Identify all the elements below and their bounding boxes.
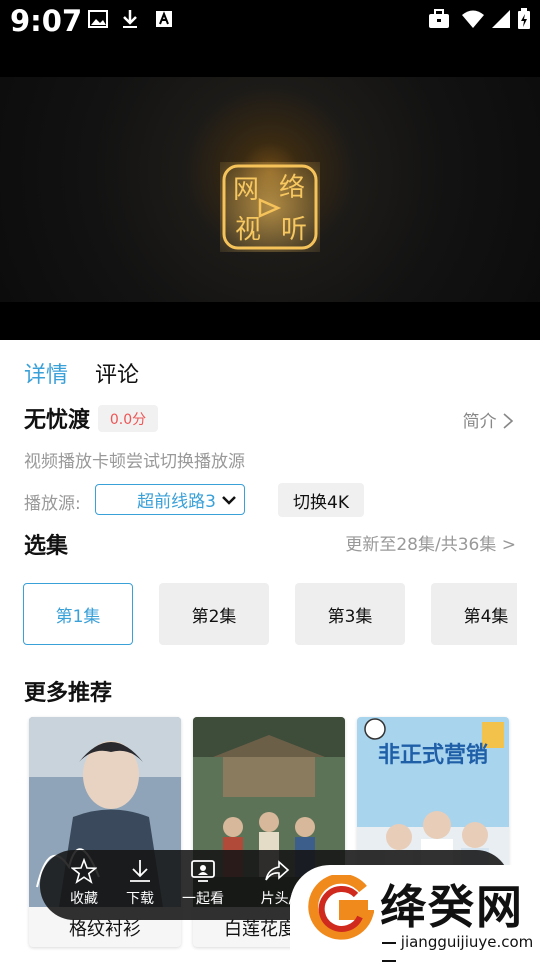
star-icon bbox=[71, 858, 97, 884]
episode-1-button[interactable]: 第1集 bbox=[23, 583, 133, 645]
switch-4k-button[interactable]: 切换4K bbox=[278, 483, 364, 517]
watch-together-button[interactable]: 一起看 bbox=[168, 858, 238, 908]
skip-intro-label: 片头/ bbox=[260, 891, 294, 907]
watermark: 绛癸网 jiangguijiuye.com bbox=[290, 865, 540, 962]
source-select[interactable]: 超前线路3 bbox=[95, 484, 245, 515]
status-bar: 9:07 bbox=[0, 0, 540, 42]
status-time: 9:07 bbox=[10, 4, 83, 38]
svg-text:网: 网 bbox=[233, 175, 259, 205]
watch-together-label: 一起看 bbox=[182, 891, 224, 907]
source-selected-value: 超前线路3 bbox=[137, 492, 216, 512]
video-title: 无忧渡 bbox=[24, 408, 91, 433]
signal-icon bbox=[491, 9, 511, 29]
download-button[interactable]: 下载 bbox=[105, 858, 175, 908]
svg-text:视: 视 bbox=[235, 215, 261, 245]
recommend-title: 更多推荐 bbox=[24, 681, 113, 706]
svg-text:听: 听 bbox=[281, 215, 307, 245]
episode-2-button[interactable]: 第2集 bbox=[159, 583, 269, 645]
source-label: 播放源: bbox=[24, 494, 81, 514]
tab-comments[interactable]: 评论 bbox=[95, 357, 139, 389]
download-label: 下载 bbox=[126, 891, 154, 907]
download-status-icon bbox=[121, 9, 139, 29]
video-frame: 网 络 视 听 bbox=[0, 77, 540, 302]
chevron-down-icon bbox=[222, 495, 236, 505]
favorite-label: 收藏 bbox=[70, 891, 98, 907]
wifi-icon bbox=[461, 9, 485, 29]
watermark-text: 绛癸网 bbox=[380, 880, 524, 934]
briefcase-icon bbox=[428, 9, 450, 29]
chevron-right-icon bbox=[503, 413, 514, 429]
intro-link[interactable]: 简介 bbox=[463, 407, 514, 432]
a-box-icon bbox=[155, 9, 173, 29]
score-badge: 0.0分 bbox=[98, 405, 158, 432]
watermark-url: jiangguijiuye.com bbox=[382, 933, 540, 969]
recommend-poster-3-caption: 非正式营销 bbox=[378, 743, 488, 768]
svg-text:络: 络 bbox=[279, 173, 305, 203]
playback-hint: 视频播放卡顿尝试切换播放源 bbox=[24, 452, 245, 472]
watermark-logo-icon bbox=[308, 875, 374, 940]
watch-together-icon bbox=[191, 860, 215, 882]
episodes-title: 选集 bbox=[24, 534, 69, 559]
intro-label: 简介 bbox=[462, 412, 497, 432]
episode-4-button[interactable]: 第4集 bbox=[431, 583, 517, 645]
watermark-url-text: jiangguijiuye.com bbox=[400, 933, 534, 951]
battery-icon bbox=[517, 8, 531, 29]
share-icon bbox=[265, 860, 290, 881]
gallery-icon bbox=[88, 9, 108, 29]
episodes-update-link[interactable]: 更新至28集/共36集 > bbox=[345, 530, 516, 555]
episode-list: 第1集 第2集 第3集 第4集 bbox=[0, 575, 517, 655]
tab-details[interactable]: 详情 bbox=[24, 357, 68, 389]
video-player[interactable]: 网 络 视 听 bbox=[0, 42, 540, 340]
episode-3-button[interactable]: 第3集 bbox=[295, 583, 405, 645]
download-icon bbox=[130, 860, 150, 882]
network-audiovisual-logo: 网 络 视 听 bbox=[220, 162, 320, 252]
